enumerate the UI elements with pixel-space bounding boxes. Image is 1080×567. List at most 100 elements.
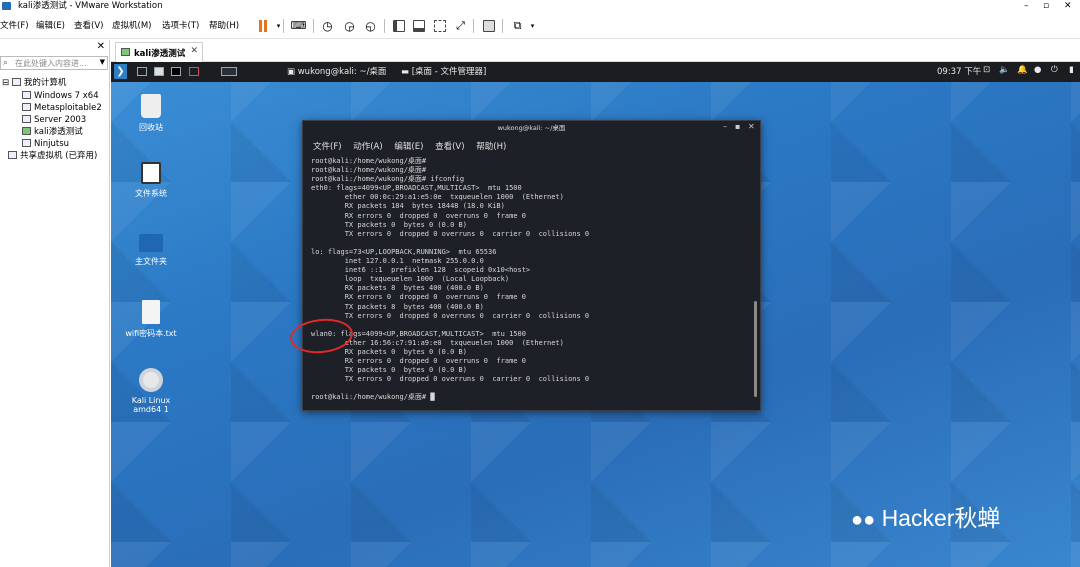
restore-icon[interactable]: ▫ — [1043, 0, 1049, 12]
terminal-close-icon[interactable]: ✕ — [748, 122, 755, 131]
disc-icon — [139, 368, 163, 392]
revert-snapshot-icon[interactable]: ◶ — [341, 17, 358, 34]
tree-label: Server 2003 — [34, 115, 87, 125]
vmware-app-icon — [2, 2, 11, 10]
desktop-icon-trash[interactable]: 回收站 — [121, 94, 181, 133]
pause-icon[interactable] — [254, 17, 271, 34]
tree-label: Ninjutsu — [34, 139, 70, 149]
snapshot-icon[interactable]: ◷ — [319, 17, 336, 34]
taskbar-filemanager-window[interactable]: ▬ [桌面 - 文件管理器] — [401, 65, 486, 77]
snapshot-manager-icon[interactable]: ◵ — [362, 17, 379, 34]
tab-kali[interactable]: kali渗透测试 ✕ — [115, 42, 203, 62]
terminal-launcher-icon[interactable] — [137, 67, 147, 76]
terminal-menu-file[interactable]: 文件(F) — [313, 142, 342, 152]
unity-icon[interactable]: ⤢ — [452, 17, 469, 34]
menu-tabs[interactable]: 选项卡(T) — [162, 19, 199, 31]
library-pane: ✕ ⌕ 在此处键入内容进... ▼ ⊟ 我的计算机 Windows 7 x64 … — [0, 40, 110, 567]
vm-icon — [22, 115, 31, 123]
library-header: ✕ — [0, 40, 110, 54]
kali-menu-icon[interactable]: ❯ — [114, 64, 127, 79]
tree-label: 我的计算机 — [23, 78, 67, 88]
library-close-icon[interactable]: ✕ — [97, 41, 105, 52]
workspace-1[interactable] — [221, 67, 237, 76]
desktop-icon-home[interactable]: 主文件夹 — [121, 234, 181, 267]
terminal-window[interactable]: wukong@kali: ~/桌面 – ▪ ✕ 文件(F) 动作(A) 编辑(E… — [302, 120, 761, 411]
tree-label: Windows 7 x64 — [34, 91, 99, 101]
guest-display[interactable]: ❯ ▣ wukong@kali: ~/桌面 ▬ [桌面 - 文件管理器] 09:… — [111, 62, 1080, 567]
terminal-menu-action[interactable]: 动作(A) — [353, 142, 382, 152]
running-vm-icon — [121, 48, 130, 56]
drive-icon — [141, 162, 161, 184]
home-folder-icon — [139, 234, 163, 252]
notification-icon[interactable]: 🔔 — [1017, 65, 1028, 75]
tab-label: kali渗透测试 — [134, 49, 186, 59]
terminal-output[interactable]: root@kali:/home/wukong/桌面# root@kali:/ho… — [311, 157, 589, 403]
menu-help[interactable]: 帮助(H) — [209, 19, 239, 31]
minimize-icon[interactable]: – — [1024, 0, 1029, 12]
browser-launcher-icon[interactable] — [189, 67, 199, 76]
text-file-icon — [142, 300, 160, 324]
desktop-icon-kali-disc[interactable]: Kali Linux amd64 1 — [121, 368, 181, 414]
search-placeholder: 在此处键入内容进... — [15, 59, 87, 68]
thumbnail-view-icon[interactable] — [410, 17, 427, 34]
search-dropdown-icon[interactable]: ▼ — [100, 58, 105, 66]
volume-icon[interactable]: 🔈 — [999, 65, 1010, 75]
overflow-icon[interactable]: ▮ — [1069, 65, 1074, 75]
send-keys-icon[interactable]: ⌨ — [290, 17, 307, 34]
close-icon[interactable]: ✕ — [1064, 0, 1072, 12]
tree-node-shared-vms[interactable]: 共享虚拟机 (已弃用) — [8, 151, 97, 162]
window-titlebar: kali渗透测试 - VMware Workstation – ▫ ✕ — [0, 0, 1080, 12]
tree-node-windows7[interactable]: Windows 7 x64 — [22, 91, 99, 102]
trash-icon — [141, 94, 161, 118]
kali-top-panel: ❯ ▣ wukong@kali: ~/桌面 ▬ [桌面 - 文件管理器] 09:… — [111, 62, 1080, 82]
tab-bar: kali渗透测试 ✕ — [111, 40, 1080, 62]
vm-icon — [22, 139, 31, 147]
files-launcher-icon[interactable] — [154, 67, 164, 76]
terminal-maximize-icon[interactable]: ▪ — [735, 122, 740, 131]
library-view-icon[interactable] — [390, 17, 407, 34]
shared-vm-icon — [8, 151, 17, 159]
tree-node-metasploitable2[interactable]: Metasploitable2 — [22, 103, 102, 114]
computer-icon — [11, 78, 21, 86]
menu-bar: 文件(F) 编辑(E) 查看(V) 虚拟机(M) 选项卡(T) 帮助(H) ▾ … — [0, 12, 1080, 39]
desktop-icon-label: 回收站 — [139, 123, 163, 132]
tree-node-server2003[interactable]: Server 2003 — [22, 115, 86, 126]
collapse-icon[interactable]: ⊟ — [2, 78, 9, 88]
watermark-text: Hacker秋蝉 — [881, 505, 1001, 531]
terminal-minimize-icon[interactable]: – — [723, 122, 727, 131]
fullscreen-icon[interactable] — [431, 17, 448, 34]
tab-close-icon[interactable]: ✕ — [190, 46, 198, 56]
vm-icon — [22, 103, 31, 111]
power-icon[interactable]: ⏻ — [1051, 65, 1058, 75]
terminal-menu-edit[interactable]: 编辑(E) — [394, 142, 423, 152]
terminal2-launcher-icon[interactable] — [171, 67, 181, 76]
desktop-icon-filesystem[interactable]: 文件系统 — [121, 162, 181, 199]
dropdown-arrow-icon[interactable]: ▾ — [270, 17, 287, 34]
library-search-input[interactable]: ⌕ 在此处键入内容进... ▼ — [0, 56, 108, 70]
menu-file[interactable]: 文件(F) — [0, 19, 29, 31]
watermark: ●● Hacker秋蝉 — [851, 499, 1000, 533]
desktop-icon-wifi-txt[interactable]: wifi密码本.txt — [121, 300, 181, 339]
systray-network-icon[interactable]: ⊡ — [983, 65, 990, 75]
desktop-icon-label: 主文件夹 — [135, 257, 167, 266]
menu-edit[interactable]: 编辑(E) — [36, 19, 65, 31]
terminal-menu-view[interactable]: 查看(V) — [435, 142, 464, 152]
taskbar-terminal-window[interactable]: ▣ wukong@kali: ~/桌面 — [287, 65, 386, 77]
terminal-menu: 文件(F) 动作(A) 编辑(E) 查看(V) 帮助(H) — [313, 140, 515, 152]
console-view-icon[interactable] — [480, 17, 497, 34]
terminal-menu-help[interactable]: 帮助(H) — [476, 142, 506, 152]
tree-label: kali渗透测试 — [34, 127, 83, 137]
menu-view[interactable]: 查看(V) — [74, 19, 103, 31]
tree-label: Metasploitable2 — [34, 103, 102, 113]
menu-vm[interactable]: 虚拟机(M) — [112, 19, 151, 31]
lock-icon[interactable]: ● — [1034, 65, 1041, 75]
tree-node-kali[interactable]: kali渗透测试 — [22, 127, 83, 138]
tree-label: 共享虚拟机 (已弃用) — [20, 151, 98, 161]
stretch-dropdown-icon[interactable]: ▾ — [524, 17, 541, 34]
tree-node-ninjutsu[interactable]: Ninjutsu — [22, 139, 69, 150]
tree-node-my-computer[interactable]: ⊟ 我的计算机 — [2, 78, 66, 89]
desktop-icon-label: wifi密码本.txt — [125, 329, 177, 338]
running-vm-icon — [22, 127, 31, 135]
terminal-scrollbar[interactable] — [754, 301, 757, 397]
clock[interactable]: 09:37 下午 — [937, 65, 981, 77]
